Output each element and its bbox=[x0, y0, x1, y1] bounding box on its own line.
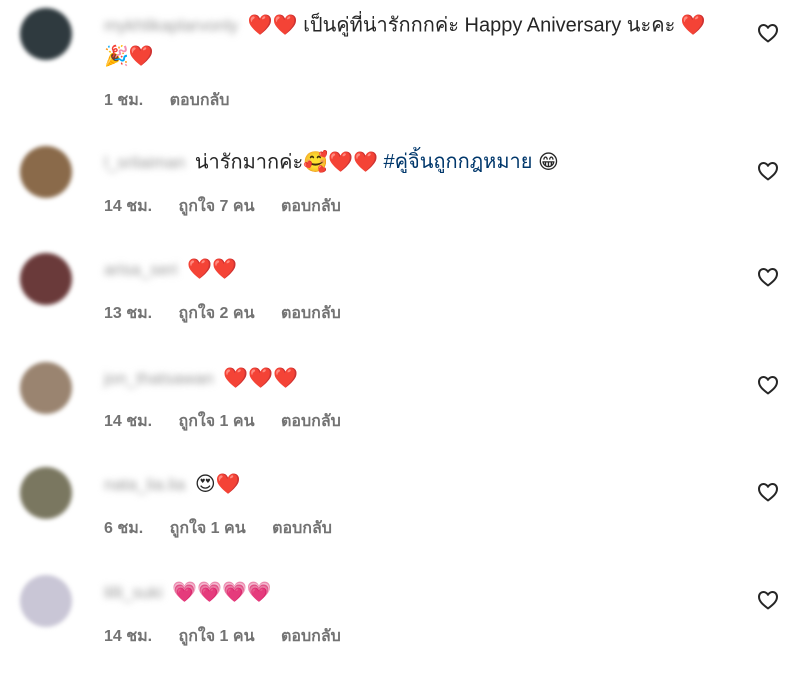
comment-time: 14 ชม. bbox=[104, 628, 153, 645]
avatar[interactable] bbox=[20, 146, 72, 198]
comment-meta: 1 ชม. ตอบกลับ bbox=[104, 88, 251, 113]
comment-username[interactable]: lilli_suki bbox=[104, 578, 163, 608]
comment-text-block: lilli_suki 💗💗💗💗 bbox=[104, 577, 724, 608]
likes-count[interactable]: ถูกใจ 2 คน bbox=[179, 305, 255, 322]
likes-count[interactable]: ถูกใจ 7 คน bbox=[179, 198, 255, 215]
comment-text-block: arisa_seri ❤️❤️ bbox=[104, 254, 724, 285]
reply-button[interactable]: ตอบกลับ bbox=[281, 628, 341, 645]
comment-text-block: jon_thatsawan ❤️❤️❤️ bbox=[104, 363, 724, 394]
comment-meta: 14 ชม. ถูกใจ 1 คน ตอบกลับ bbox=[104, 409, 363, 434]
avatar[interactable] bbox=[20, 467, 72, 519]
comment-item: nata_lia.lia 😍❤️ 6 ชม. ถูกใจ 1 คน ตอบกลั… bbox=[0, 467, 800, 547]
heart-outline-icon[interactable] bbox=[756, 373, 780, 397]
comment-time: 14 ชม. bbox=[104, 198, 153, 215]
reply-button[interactable]: ตอบกลับ bbox=[272, 520, 332, 537]
comment-item: mykhlikaplarvonly ❤️❤️ เป็นคู่ที่น่ารักก… bbox=[0, 8, 800, 118]
comment-time: 6 ชม. bbox=[104, 520, 144, 537]
reply-button[interactable]: ตอบกลับ bbox=[281, 198, 341, 215]
comment-meta: 13 ชม. ถูกใจ 2 คน ตอบกลับ bbox=[104, 301, 363, 326]
comment-time: 13 ชม. bbox=[104, 305, 153, 322]
avatar[interactable] bbox=[20, 8, 72, 60]
comment-text: 💗💗💗💗 bbox=[172, 581, 272, 604]
comment-text: ❤️❤️ bbox=[187, 258, 238, 281]
reply-button[interactable]: ตอบกลับ bbox=[281, 413, 341, 430]
comment-text-block: nata_lia.lia 😍❤️ bbox=[104, 469, 724, 500]
heart-outline-icon[interactable] bbox=[756, 480, 780, 504]
comment-item: lilli_suki 💗💗💗💗 14 ชม. ถูกใจ 1 คน ตอบกลั… bbox=[0, 575, 800, 655]
avatar[interactable] bbox=[20, 362, 72, 414]
comment-text: น่ารักมากค่ะ🥰❤️❤️ bbox=[194, 151, 384, 174]
hashtag-link[interactable]: #คู่จิ้นถูกกฎหมาย bbox=[383, 151, 532, 173]
comment-time: 14 ชม. bbox=[104, 413, 153, 430]
comment-item: jon_thatsawan ❤️❤️❤️ 14 ชม. ถูกใจ 1 คน ต… bbox=[0, 362, 800, 442]
comment-item: arisa_seri ❤️❤️ 13 ชม. ถูกใจ 2 คน ตอบกลั… bbox=[0, 253, 800, 333]
avatar[interactable] bbox=[20, 575, 72, 627]
comment-text: ❤️❤️❤️ bbox=[223, 367, 298, 390]
reply-button[interactable]: ตอบกลับ bbox=[281, 305, 341, 322]
comment-meta: 6 ชม. ถูกใจ 1 คน ตอบกลับ bbox=[104, 516, 354, 541]
likes-count[interactable]: ถูกใจ 1 คน bbox=[179, 413, 255, 430]
heart-outline-icon[interactable] bbox=[756, 588, 780, 612]
comment-username[interactable]: l_srilaiman bbox=[104, 148, 185, 178]
heart-outline-icon[interactable] bbox=[756, 159, 780, 183]
comment-username[interactable]: arisa_seri bbox=[104, 255, 178, 285]
comment-meta: 14 ชม. ถูกใจ 7 คน ตอบกลับ bbox=[104, 194, 363, 219]
likes-count[interactable]: ถูกใจ 1 คน bbox=[170, 520, 246, 537]
comment-username[interactable]: nata_lia.lia bbox=[104, 470, 185, 500]
heart-outline-icon[interactable] bbox=[756, 21, 780, 45]
comment-meta: 14 ชม. ถูกใจ 1 คน ตอบกลับ bbox=[104, 624, 363, 649]
reply-button[interactable]: ตอบกลับ bbox=[170, 92, 230, 109]
comment-item: l_srilaiman น่ารักมากค่ะ🥰❤️❤️ #คู่จิ้นถู… bbox=[0, 146, 800, 226]
likes-count[interactable]: ถูกใจ 1 คน bbox=[179, 628, 255, 645]
comment-username[interactable]: mykhlikaplarvonly bbox=[104, 11, 238, 41]
comment-text-suffix: 😁 bbox=[532, 151, 559, 174]
comment-text: 😍❤️ bbox=[194, 473, 241, 496]
comment-text-block: mykhlikaplarvonly ❤️❤️ เป็นคู่ที่น่ารักก… bbox=[104, 10, 724, 71]
comment-text-block: l_srilaiman น่ารักมากค่ะ🥰❤️❤️ #คู่จิ้นถู… bbox=[104, 147, 724, 178]
comment-time: 1 ชม. bbox=[104, 92, 144, 109]
comment-username[interactable]: jon_thatsawan bbox=[104, 364, 214, 394]
avatar[interactable] bbox=[20, 253, 72, 305]
heart-outline-icon[interactable] bbox=[756, 265, 780, 289]
